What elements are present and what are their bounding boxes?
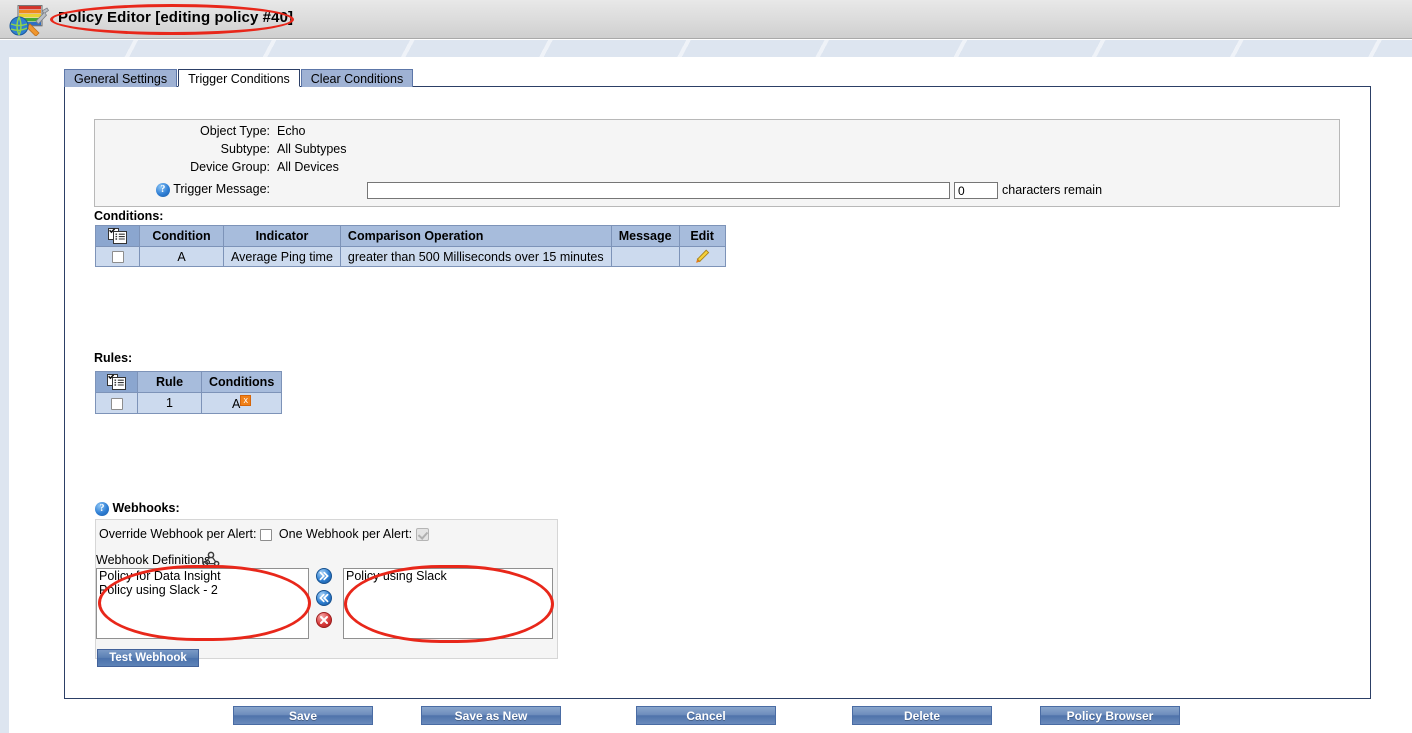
webhook-definitions-label: Webhook Definitions	[96, 553, 211, 567]
override-webhook-label: Override Webhook per Alert:	[99, 527, 257, 541]
override-webhook-checkbox[interactable]	[259, 528, 272, 541]
window-title-bar: Policy Editor [editing policy #40]	[0, 0, 1412, 39]
conditions-col-condition: Condition	[139, 225, 224, 247]
conditions-select-all-header[interactable]	[95, 225, 140, 247]
list-item[interactable]: Policy using Slack	[344, 569, 552, 583]
tab-trigger-conditions[interactable]: Trigger Conditions	[178, 69, 300, 87]
test-webhook-button[interactable]: Test Webhook	[97, 649, 199, 667]
cancel-button[interactable]: Cancel	[636, 706, 776, 725]
policy-editor-icon	[9, 5, 50, 36]
conditions-table: Condition Indicator Comparison Operation…	[95, 225, 726, 268]
save-button[interactable]: Save	[233, 706, 373, 725]
help-icon[interactable]: ?	[95, 501, 109, 516]
rules-section-label: Rules:	[94, 351, 133, 365]
rules-col-conditions: Conditions	[200, 371, 283, 393]
webhook-icon[interactable]	[202, 551, 220, 567]
conditions-col-indicator: Indicator	[223, 225, 341, 247]
table-row: 1 Ax	[95, 391, 283, 415]
rules-row-checkbox-cell[interactable]	[95, 391, 138, 415]
list-item[interactable]: Policy for Data Insight	[97, 569, 308, 583]
conditions-section-label: Conditions:	[94, 209, 164, 223]
remove-condition-icon[interactable]: x	[240, 395, 252, 406]
page-title: Policy Editor [editing policy #40]	[58, 9, 294, 26]
row-checkbox[interactable]	[111, 251, 124, 264]
trigger-message-label: Trigger Message:	[173, 182, 270, 196]
conditions-col-comparison: Comparison Operation	[339, 225, 612, 247]
device-group-label: Device Group:	[190, 160, 270, 174]
list-item[interactable]: Policy using Slack - 2	[97, 583, 308, 597]
characters-remain-label: characters remain	[1002, 183, 1103, 197]
webhooks-section-label-group: ? Webhooks:	[95, 501, 180, 516]
object-type-value: Echo	[277, 124, 306, 138]
webhook-available-list[interactable]: Policy for Data Insight Policy using Sla…	[96, 568, 309, 639]
characters-remain-input[interactable]	[954, 182, 998, 199]
conditions-row-message	[610, 245, 680, 268]
row-checkbox[interactable]	[110, 397, 123, 410]
table-row: A Average Ping time greater than 500 Mil…	[95, 245, 726, 268]
save-as-new-button[interactable]: Save as New	[421, 706, 561, 725]
conditions-row-checkbox-cell[interactable]	[95, 245, 140, 268]
one-webhook-checkbox	[415, 528, 429, 542]
subtype-value: All Subtypes	[277, 142, 347, 156]
tab-bar: General Settings Trigger Conditions Clea…	[64, 68, 414, 87]
chevron-double-left-icon[interactable]	[316, 590, 332, 606]
trigger-message-label-group: ? Trigger Message:	[94, 182, 270, 197]
delete-button[interactable]: Delete	[852, 706, 992, 725]
trigger-message-input[interactable]	[367, 182, 950, 199]
rules-row-condition-letter: A	[231, 397, 241, 412]
tab-general-settings[interactable]: General Settings	[64, 69, 178, 87]
pencil-icon[interactable]	[694, 249, 710, 264]
rules-table: Rule Conditions 1 Ax	[95, 371, 283, 415]
help-icon[interactable]: ?	[155, 182, 170, 197]
rules-header-row: Rule Conditions	[95, 371, 283, 393]
conditions-col-message: Message	[610, 225, 680, 247]
webhook-checkbox-row: Override Webhook per Alert: One Webhook …	[99, 527, 429, 542]
left-rail	[0, 57, 9, 733]
conditions-header-row: Condition Indicator Comparison Operation…	[95, 225, 726, 247]
select-all-icon	[106, 373, 126, 390]
policy-browser-button[interactable]: Policy Browser	[1040, 706, 1180, 725]
rules-row-rule: 1	[137, 391, 202, 415]
delete-circle-icon[interactable]	[316, 612, 332, 628]
main-content-panel: Object Type: Echo Subtype: All Subtypes …	[64, 86, 1371, 699]
rules-col-rule: Rule	[137, 371, 202, 393]
conditions-row-indicator: Average Ping time	[223, 245, 341, 268]
conditions-row-condition: A	[139, 245, 224, 268]
one-webhook-label: One Webhook per Alert:	[278, 527, 413, 541]
page-background-band	[0, 40, 1412, 57]
webhooks-section-label: Webhooks:	[112, 501, 180, 515]
conditions-row-comparison: greater than 500 Milliseconds over 15 mi…	[339, 245, 612, 268]
tab-clear-conditions[interactable]: Clear Conditions	[300, 69, 414, 87]
object-type-label: Object Type:	[200, 124, 270, 138]
footer-button-bar: Save Save as New Cancel Delete Policy Br…	[0, 706, 1412, 728]
band-stripes	[0, 40, 1412, 57]
conditions-col-edit: Edit	[678, 225, 726, 247]
rules-row-conditions: Ax	[200, 391, 283, 415]
rules-select-all-header[interactable]	[95, 371, 138, 393]
device-group-value: All Devices	[277, 160, 339, 174]
webhook-transfer-buttons	[316, 568, 336, 634]
subtype-label: Subtype:	[220, 142, 270, 156]
select-all-icon	[107, 227, 127, 244]
conditions-row-edit[interactable]	[678, 245, 726, 268]
chevron-double-right-icon[interactable]	[316, 568, 332, 584]
webhook-selected-list[interactable]: Policy using Slack	[343, 568, 553, 639]
